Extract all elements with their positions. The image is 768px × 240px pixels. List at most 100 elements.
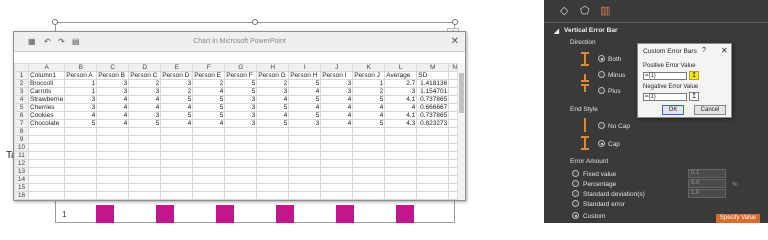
row-header[interactable]: 14 bbox=[14, 175, 29, 184]
table-cell[interactable] bbox=[192, 127, 226, 136]
table-cell[interactable] bbox=[224, 143, 258, 152]
table-cell[interactable] bbox=[128, 199, 162, 200]
table-cell[interactable]: Broccoli bbox=[27, 79, 66, 88]
table-cell[interactable] bbox=[352, 183, 386, 192]
table-cell[interactable] bbox=[64, 167, 98, 176]
table-cell[interactable] bbox=[160, 151, 194, 160]
direction-plus-radio[interactable] bbox=[598, 87, 605, 94]
table-cell[interactable]: 4 bbox=[320, 95, 354, 104]
table-cell[interactable] bbox=[384, 127, 418, 136]
table-cell[interactable] bbox=[27, 143, 66, 152]
table-cell[interactable] bbox=[192, 151, 226, 160]
table-cell[interactable]: 3 bbox=[224, 103, 258, 112]
table-row[interactable]: 3 Carrots 1 3 3 2 4 5 3 4 3 2 3 1.154701 bbox=[14, 87, 465, 96]
table-cell[interactable]: 3 bbox=[384, 87, 418, 96]
table-cell[interactable] bbox=[416, 151, 450, 160]
table-cell[interactable]: 4 bbox=[256, 95, 290, 104]
table-cell[interactable] bbox=[224, 199, 258, 200]
table-cell[interactable]: 3 bbox=[128, 87, 162, 96]
table-cell[interactable]: Person C bbox=[128, 71, 162, 80]
table-cell[interactable] bbox=[64, 175, 98, 184]
row-header[interactable]: 17 bbox=[14, 199, 29, 200]
resize-handle[interactable] bbox=[52, 19, 58, 25]
table-cell[interactable] bbox=[64, 127, 98, 136]
spreadsheet-grid[interactable]: ABCDEFGHIJKLMN 1 Column1 Person A Person BP… bbox=[14, 63, 465, 200]
table-cell[interactable] bbox=[96, 175, 130, 184]
table-cell[interactable]: 4 bbox=[160, 119, 194, 128]
table-cell[interactable] bbox=[288, 159, 322, 168]
table-cell[interactable] bbox=[352, 159, 386, 168]
table-cell[interactable]: Person A bbox=[64, 71, 98, 80]
table-cell[interactable]: 4 bbox=[96, 103, 130, 112]
table-cell[interactable] bbox=[416, 199, 450, 200]
table-cell[interactable]: 1.154701 bbox=[416, 87, 450, 96]
table-cell[interactable] bbox=[64, 191, 98, 200]
table-cell[interactable] bbox=[224, 175, 258, 184]
table-cell[interactable] bbox=[192, 191, 226, 200]
table-cell[interactable]: Person B bbox=[96, 71, 130, 80]
table-cell[interactable]: 5 bbox=[192, 95, 226, 104]
table-cell[interactable]: 2 bbox=[256, 79, 290, 88]
custom-error-bars-dialog[interactable]: Custom Error Bars ? ✕ Positive Error Val… bbox=[637, 43, 732, 118]
table-cell[interactable] bbox=[224, 191, 258, 200]
table-cell[interactable]: 3 bbox=[64, 95, 98, 104]
column-header[interactable]: C bbox=[96, 63, 130, 72]
column-header[interactable]: L bbox=[384, 63, 418, 72]
table-cell[interactable]: 4.1 bbox=[384, 111, 418, 120]
positive-error-input[interactable]: ={1} bbox=[643, 72, 687, 80]
table-cell[interactable] bbox=[256, 159, 290, 168]
table-cell[interactable] bbox=[160, 167, 194, 176]
table-cell[interactable] bbox=[224, 183, 258, 192]
table-cell[interactable]: Average bbox=[384, 71, 418, 80]
row-header[interactable]: 5 bbox=[14, 103, 29, 112]
table-cell[interactable]: Person E bbox=[192, 71, 226, 80]
table-cell[interactable] bbox=[64, 151, 98, 160]
table-cell[interactable] bbox=[416, 175, 450, 184]
table-cell[interactable] bbox=[416, 135, 450, 144]
percentage-input[interactable]: 5.0 bbox=[688, 179, 726, 188]
table-cell[interactable] bbox=[352, 191, 386, 200]
table-cell[interactable]: 4 bbox=[288, 103, 322, 112]
table-cell[interactable]: 3 bbox=[320, 79, 354, 88]
table-cell[interactable]: 4.1 bbox=[384, 95, 418, 104]
negative-error-input[interactable]: ={1} bbox=[643, 93, 687, 101]
table-row[interactable]: 5 Cherries 3 4 4 4 5 3 5 4 4 4 4 0.666667 bbox=[14, 103, 465, 112]
standard-error-radio[interactable] bbox=[572, 200, 579, 207]
table-row[interactable]: 11 bbox=[14, 151, 465, 160]
table-cell[interactable]: 5 bbox=[256, 119, 290, 128]
table-cell[interactable] bbox=[416, 183, 450, 192]
table-cell[interactable]: 5 bbox=[160, 111, 194, 120]
table-cell[interactable] bbox=[64, 159, 98, 168]
row-header[interactable]: 13 bbox=[14, 167, 29, 176]
row-header[interactable]: 1 bbox=[14, 71, 29, 80]
table-cell[interactable] bbox=[27, 151, 66, 160]
close-icon[interactable]: ✕ bbox=[451, 36, 459, 47]
chart-data-window[interactable]: ▦ ↶ ↷ ▤ Chart in Microsoft PowerPoint ✕ … bbox=[13, 31, 466, 201]
row-header[interactable]: 10 bbox=[14, 143, 29, 152]
row-header[interactable]: 8 bbox=[14, 127, 29, 136]
table-cell[interactable] bbox=[224, 159, 258, 168]
table-cell[interactable]: 3 bbox=[224, 111, 258, 120]
data-table[interactable]: ABCDEFGHIJKLMN 1 Column1 Person A Person BP… bbox=[14, 63, 465, 200]
table-cell[interactable] bbox=[128, 159, 162, 168]
table-cell[interactable]: 3 bbox=[96, 87, 130, 96]
table-cell[interactable]: 5 bbox=[352, 119, 386, 128]
table-cell[interactable] bbox=[288, 143, 322, 152]
table-cell[interactable] bbox=[256, 127, 290, 136]
cancel-button[interactable]: Cancel bbox=[694, 105, 726, 115]
table-row[interactable]: 1 Column1 Person A Person B Person C Person D… bbox=[14, 71, 465, 80]
table-cell[interactable] bbox=[384, 175, 418, 184]
row-header[interactable]: 15 bbox=[14, 183, 29, 192]
table-row[interactable]: 2 Broccoli 1 3 2 3 2 5 2 5 3 1 2.7 1.418136 bbox=[14, 79, 465, 88]
table-cell[interactable] bbox=[96, 127, 130, 136]
table-cell[interactable] bbox=[288, 199, 322, 200]
column-header[interactable]: A bbox=[27, 63, 66, 72]
table-cell[interactable]: Person D bbox=[160, 71, 194, 80]
fixed-value-radio[interactable] bbox=[572, 170, 579, 177]
table-cell[interactable] bbox=[352, 127, 386, 136]
cap-radio[interactable] bbox=[598, 140, 605, 147]
scrollbar-thumb[interactable] bbox=[459, 73, 464, 113]
table-cell[interactable] bbox=[128, 175, 162, 184]
table-cell[interactable]: 2 bbox=[160, 87, 194, 96]
table-cell[interactable] bbox=[96, 143, 130, 152]
